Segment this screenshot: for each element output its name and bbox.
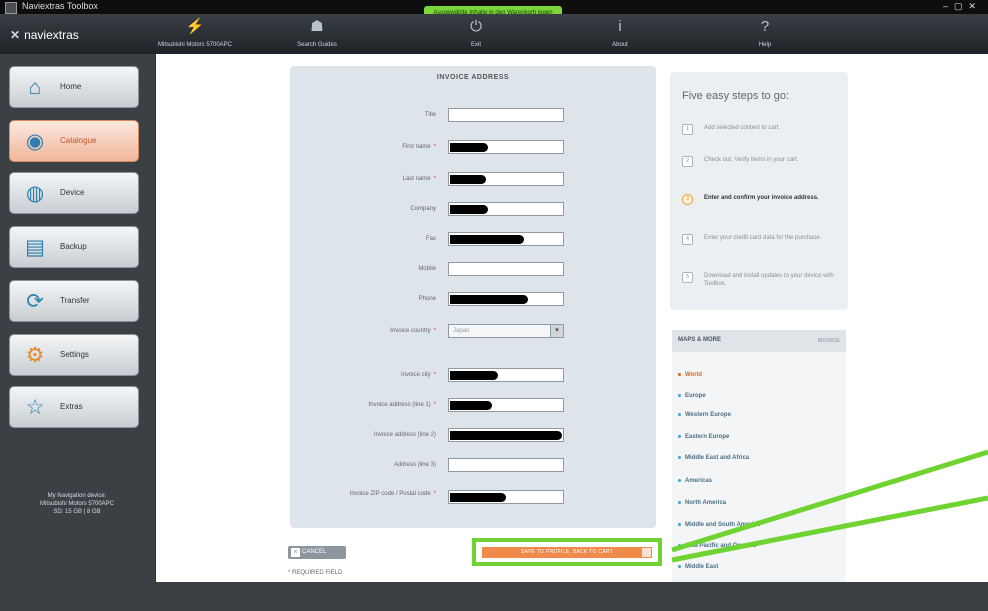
- annotation-arrows: [671, 449, 988, 563]
- bottom-bar: [0, 582, 988, 611]
- annotation-line: [671, 449, 988, 553]
- annotation-line: [671, 495, 988, 563]
